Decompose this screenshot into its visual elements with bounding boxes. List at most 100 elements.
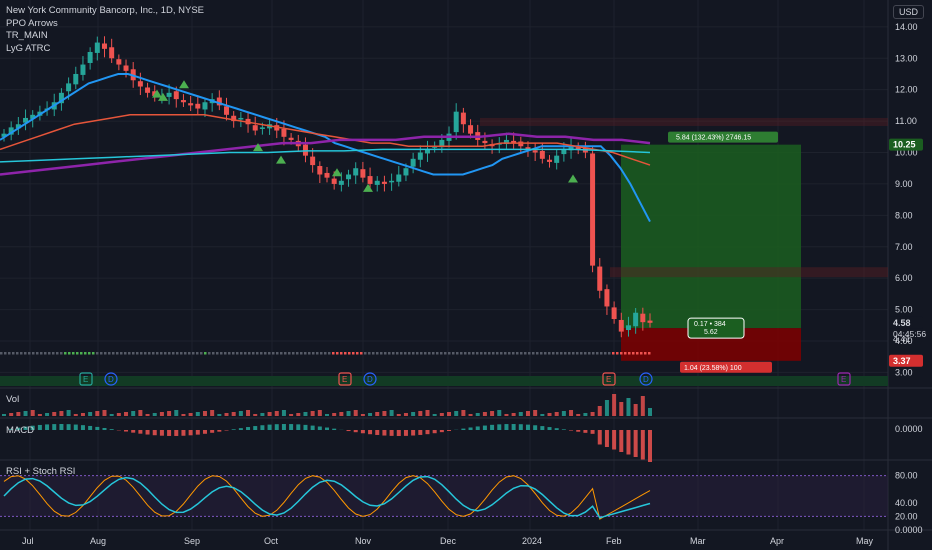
- signal-dot: [260, 352, 263, 355]
- macd-bar: [37, 424, 42, 430]
- macd-bar: [518, 424, 523, 430]
- macd-bar: [281, 424, 286, 430]
- candle-body: [482, 140, 488, 144]
- signal-dot: [424, 352, 427, 355]
- signal-dot: [140, 352, 143, 355]
- candle-body: [539, 150, 545, 159]
- signal-dot: [324, 352, 327, 355]
- candle-body: [417, 152, 423, 160]
- macd-bar: [145, 430, 150, 435]
- signal-dot: [0, 352, 3, 355]
- candle-body: [188, 103, 194, 106]
- signal-dot: [596, 352, 599, 355]
- volume-bar: [482, 412, 487, 416]
- signal-dot: [268, 352, 271, 355]
- volume-bar: [360, 414, 365, 416]
- time-axis-label: Jul: [22, 536, 34, 546]
- macd-bar: [210, 430, 215, 433]
- volume-bar: [425, 410, 430, 416]
- signal-dot: [72, 352, 75, 355]
- signal-dot: [340, 352, 343, 355]
- macd-bar: [497, 424, 502, 430]
- candle-body: [403, 168, 409, 176]
- volume-bar: [145, 414, 150, 416]
- signal-dot: [132, 352, 135, 355]
- symbol-title[interactable]: New York Community Bancorp, Inc., 1D, NY…: [6, 5, 204, 18]
- signal-dot: [588, 352, 591, 355]
- macd-bar: [188, 430, 193, 436]
- candle-body: [460, 112, 466, 125]
- volume-bar: [59, 411, 64, 416]
- signal-dot: [608, 352, 611, 355]
- volume-bar: [504, 414, 509, 416]
- volume-bar: [88, 412, 93, 416]
- macd-bar: [504, 424, 509, 430]
- macd-bar: [59, 424, 64, 430]
- signal-dot: [124, 352, 127, 355]
- macd-pane-label[interactable]: MACD: [6, 425, 34, 436]
- signal-dot: [408, 352, 411, 355]
- candle-body: [396, 174, 402, 182]
- rsi-pane-label[interactable]: RSI + Stoch RSI: [6, 466, 75, 477]
- volume-bar: [246, 410, 251, 416]
- indicator-label-ppo[interactable]: PPO Arrows: [6, 18, 204, 31]
- volume-bar: [274, 411, 279, 416]
- volume-pane-label[interactable]: Vol: [6, 394, 19, 405]
- signal-dot: [12, 352, 15, 355]
- candle-body: [604, 289, 610, 307]
- signal-dot: [372, 352, 375, 355]
- candle-body: [590, 153, 596, 266]
- candle-body: [647, 320, 653, 323]
- volume-bar: [547, 413, 552, 416]
- signal-dot: [300, 352, 303, 355]
- macd-bar: [490, 424, 495, 430]
- currency-button[interactable]: USD: [892, 5, 924, 19]
- time-axis-label: Feb: [606, 536, 622, 546]
- indicator-label-trmain[interactable]: TR_MAIN: [6, 30, 204, 43]
- signal-dot: [636, 352, 639, 355]
- target-zone: [621, 144, 801, 329]
- signal-dot: [604, 352, 607, 355]
- macd-bar: [289, 424, 294, 430]
- rsi-axis-tick: 0.0000: [895, 525, 923, 535]
- volume-bar: [202, 411, 207, 416]
- signal-dot: [600, 352, 603, 355]
- macd-bar: [511, 424, 516, 430]
- signal-dot: [40, 352, 43, 355]
- signal-dot: [552, 352, 555, 355]
- signal-dot: [572, 352, 575, 355]
- signal-dot: [236, 352, 239, 355]
- volume-bar: [310, 411, 315, 416]
- macd-bar: [303, 424, 308, 430]
- signal-dot: [516, 352, 519, 355]
- candle-body: [640, 313, 646, 323]
- signal-dot: [468, 352, 471, 355]
- volume-bar: [253, 414, 258, 416]
- signal-dot: [80, 352, 83, 355]
- volume-bar: [317, 410, 322, 416]
- price-tag-target: 10.25: [893, 140, 916, 150]
- macd-bar: [159, 430, 164, 436]
- candle-body: [518, 141, 524, 147]
- signal-dot: [524, 352, 527, 355]
- indicator-label-atrc[interactable]: LyG ATRC: [6, 43, 204, 56]
- macd-bar: [66, 424, 71, 430]
- signal-dot: [612, 352, 615, 355]
- volume-bar: [569, 410, 574, 416]
- signal-dot: [296, 352, 299, 355]
- signal-dot: [564, 352, 567, 355]
- volume-bar: [561, 411, 566, 416]
- signal-dot: [364, 352, 367, 355]
- signal-dot: [244, 352, 247, 355]
- macd-bar: [174, 430, 179, 436]
- macd-bar: [246, 427, 251, 430]
- candle-body: [633, 312, 639, 327]
- candle-body: [180, 100, 186, 103]
- signal-dot: [456, 352, 459, 355]
- volume-bar: [518, 412, 523, 416]
- macd-bar: [346, 430, 351, 432]
- signal-dot: [172, 352, 175, 355]
- signal-dot: [640, 352, 643, 355]
- chart-canvas[interactable]: E D E D E D E5.84 (132.43%) 2746.150.17 • 3845…: [0, 0, 932, 550]
- macd-bar: [317, 426, 322, 430]
